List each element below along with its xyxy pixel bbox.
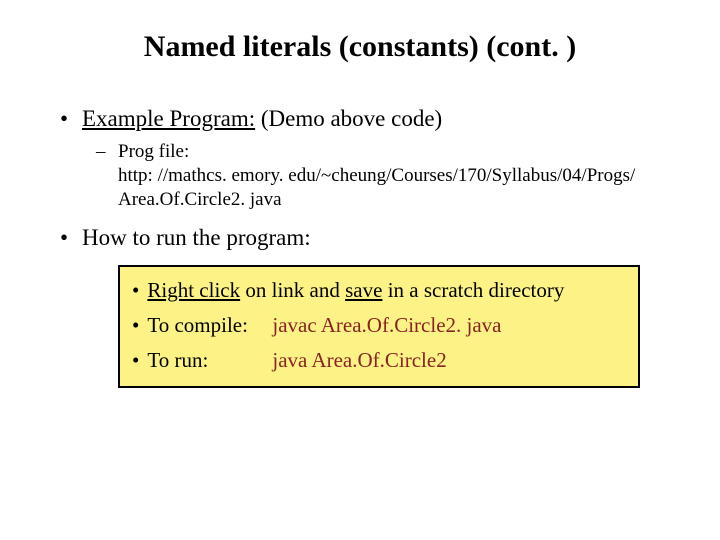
bullet-how-to-run: How to run the program:	[82, 225, 670, 251]
slide: Named literals (constants) (cont. ) Exam…	[0, 0, 720, 540]
example-program-label: Example Program:	[82, 106, 255, 131]
right-click-text: Right click	[147, 278, 240, 302]
row1-mid: on link and	[240, 278, 345, 302]
instructions-box: • Right click on link and save in a scra…	[118, 265, 640, 388]
box-row-compile: • To compile: javac Area.Of.Circle2. jav…	[130, 308, 628, 343]
bullet-dot-icon: •	[132, 313, 139, 338]
box-row-run: • To run: java Area.Of.Circle2	[130, 343, 628, 378]
compile-label: To compile:	[147, 313, 272, 338]
prog-file-url: http: //mathcs. emory. edu/~cheung/Cours…	[118, 165, 635, 210]
prog-file-label: Prog file:	[118, 141, 189, 162]
save-text: save	[345, 278, 382, 302]
example-program-rest: (Demo above code)	[255, 106, 442, 131]
compile-command: javac Area.Of.Circle2. java	[272, 313, 501, 338]
bullet-dot-icon: •	[132, 278, 139, 303]
box-row-right-click: • Right click on link and save in a scra…	[130, 273, 628, 308]
bullet-prog-file: Prog file: http: //mathcs. emory. edu/~c…	[118, 140, 670, 211]
bullet-example-program: Example Program: (Demo above code)	[82, 106, 670, 132]
bullet-dot-icon: •	[132, 348, 139, 373]
row1-post: in a scratch directory	[382, 278, 564, 302]
run-command: java Area.Of.Circle2	[272, 348, 446, 373]
slide-title: Named literals (constants) (cont. )	[50, 30, 670, 64]
run-label: To run:	[147, 348, 272, 373]
